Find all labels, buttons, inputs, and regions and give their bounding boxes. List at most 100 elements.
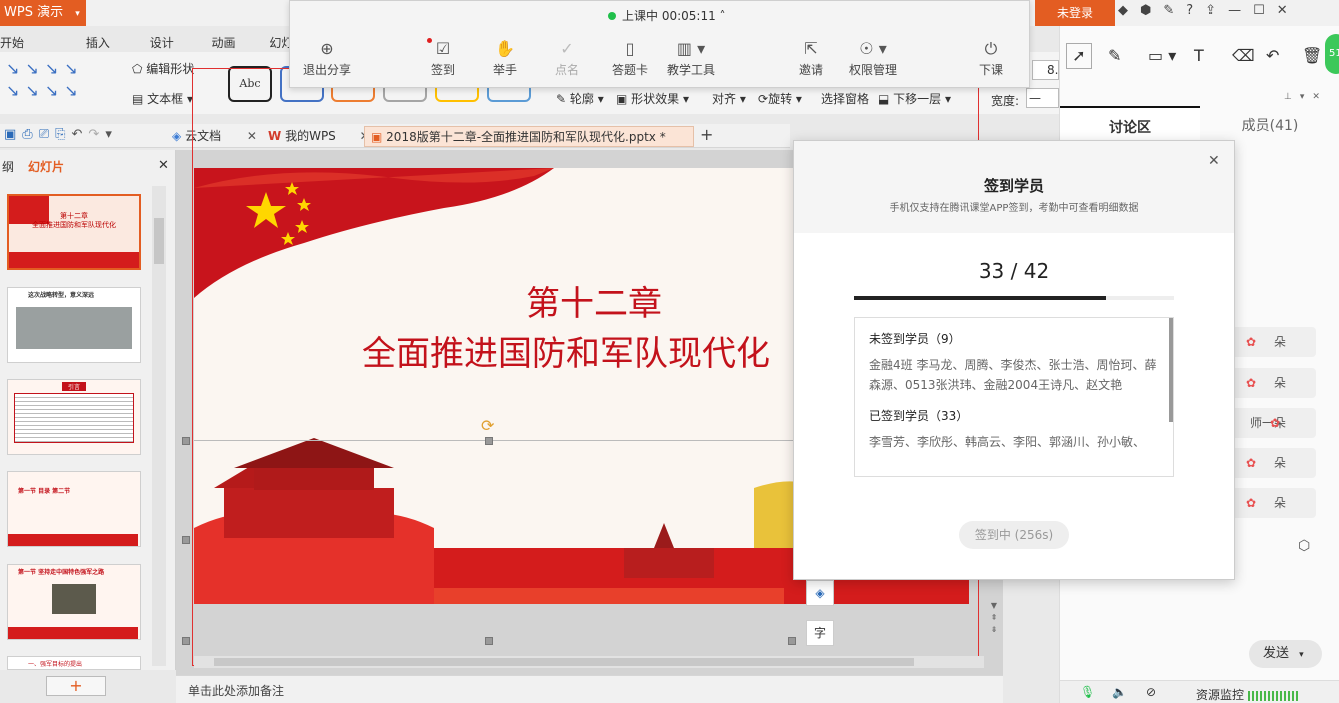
maximize-icon[interactable]: ☐ — [1253, 3, 1277, 18]
pen-icon[interactable]: ✎ — [1108, 46, 1121, 65]
text-icon[interactable]: T — [1194, 46, 1204, 65]
checkin-progress-fill — [854, 296, 1106, 300]
avatar[interactable]: 51 — [1325, 34, 1339, 74]
width-field[interactable]: — — [1026, 88, 1059, 108]
absent-names: 金融4班 李马龙、周腾、李俊杰、张士浩、周怡珂、薛森源、0513张洪玮、金融20… — [869, 358, 1157, 392]
vertical-scrollbar[interactable]: ▼ ⇞ ⇟ — [987, 600, 1001, 654]
close-icon[interactable]: ✕ — [158, 158, 169, 173]
microphone-icon[interactable]: 🎙 — [1080, 685, 1095, 699]
thumbnail-title: 一、强军目标的提出 — [28, 661, 83, 668]
invite-button[interactable]: ⇱ 邀请 — [776, 37, 846, 78]
resize-handle[interactable] — [485, 637, 493, 645]
rectangle-icon[interactable]: ▭ ▾ — [1148, 46, 1176, 65]
chevron-up-icon[interactable]: ˄ — [720, 9, 726, 23]
settings-icon[interactable]: ⬢ — [1140, 3, 1163, 18]
login-button[interactable]: 未登录 — [1035, 0, 1115, 26]
checkin-status-button[interactable]: 签到中 (256s) — [959, 521, 1069, 549]
add-slide-button[interactable]: + — [46, 676, 106, 696]
flower-icon: ✿ — [1245, 456, 1256, 470]
minimize-icon[interactable]: — — [1228, 3, 1253, 18]
tab-slides[interactable]: 幻灯片 — [28, 158, 64, 175]
close-icon[interactable]: ✕ — [1312, 92, 1328, 102]
slide-thumbnail-2[interactable]: 这次战略转型，意义深远 — [7, 287, 141, 363]
resize-handle[interactable] — [182, 536, 190, 544]
textbox-icon: ▤ — [132, 92, 144, 106]
tools-icon: ▥ ▾ — [676, 39, 706, 58]
slide-thumbnail-1[interactable]: 第十二章 全面推进国防和军队现代化 — [7, 194, 141, 270]
close-icon[interactable]: ✕ — [1277, 3, 1300, 18]
absent-heading: 未签到学员（9） — [869, 332, 961, 346]
edit-shape-icon: ⬠ — [132, 62, 143, 76]
skin-icon[interactable]: ◆ — [1118, 3, 1140, 18]
print-preview-icon[interactable]: ⎙ — [22, 127, 38, 142]
horizontal-scrollbar[interactable] — [194, 656, 984, 668]
quick-access: ▣⎙⎚⎘↶↷▾ — [4, 127, 118, 142]
close-icon[interactable]: ✕ — [1208, 153, 1220, 169]
pointer-icon[interactable]: ➚ — [1066, 43, 1092, 69]
width-value-field[interactable]: 8. — [1032, 60, 1059, 80]
menu-design[interactable]: 设计 — [150, 34, 174, 51]
textbox-button[interactable]: ▤ 文本框 ▾ — [132, 90, 193, 107]
slide-thumbnail-6[interactable]: 一、强军目标的提出 — [7, 656, 141, 670]
export-icon[interactable]: ⎘ — [55, 127, 71, 142]
send-button[interactable]: 发送 ▾ — [1249, 640, 1322, 668]
teaching-tools-button[interactable]: ▥ ▾ 教学工具 — [656, 37, 726, 78]
notes-placeholder[interactable]: 单击此处添加备注 — [188, 682, 284, 699]
trash-icon[interactable]: 🗑 — [1302, 46, 1322, 65]
undo-icon[interactable]: ↶ — [72, 127, 89, 142]
resize-handle[interactable] — [182, 437, 190, 445]
eraser-icon[interactable]: ⌫ — [1232, 46, 1255, 65]
live-dot-icon — [608, 12, 616, 20]
status-bar: 🎙 🔈 ⊘ 资源监控 — [1060, 680, 1339, 703]
edit-shape-button[interactable]: ⬠ 编辑形状 — [132, 60, 194, 77]
help-icon[interactable]: ? — [1186, 3, 1205, 18]
resource-monitor-label[interactable]: 资源监控 — [1196, 686, 1244, 703]
upload-icon[interactable]: ⇪ — [1205, 3, 1228, 18]
dropdown-icon[interactable]: ▾ — [1300, 92, 1313, 102]
menu-animation[interactable]: 动画 — [212, 34, 236, 51]
width-label: 宽度: — [991, 94, 1020, 108]
redo-icon[interactable]: ↷ — [88, 127, 105, 142]
layers-icon[interactable]: ◈ — [806, 580, 834, 606]
save-icon[interactable]: ▣ — [4, 127, 22, 142]
permissions-button[interactable]: ☉ ▾ 权限管理 — [838, 37, 908, 78]
resize-handle[interactable] — [182, 637, 190, 645]
chevron-down-icon[interactable]: ▾ — [1299, 650, 1304, 660]
checkin-progress-track — [854, 296, 1174, 300]
resize-handle[interactable] — [788, 637, 796, 645]
present-heading: 已签到学员（33） — [869, 409, 969, 423]
panel-header-icons: ⊥▾✕ — [1284, 92, 1328, 102]
answer-card-button[interactable]: ▯ 答题卡 — [595, 37, 665, 78]
checkin-button[interactable]: ☑ 签到 — [408, 37, 478, 78]
checkin-icon: ☑ — [435, 39, 451, 58]
chat-settings-icon[interactable]: ⬡ — [1298, 538, 1310, 554]
end-class-button[interactable]: ⏻ 下课 — [956, 37, 1026, 78]
roll-call-button[interactable]: ✓ 点名 — [532, 37, 602, 78]
slide-thumbnail-5[interactable]: 第一节 坚持走中国特色强军之路 — [7, 564, 141, 640]
speaker-icon[interactable]: 🔈 — [1112, 685, 1127, 699]
edit-icon[interactable]: ✎ — [1163, 3, 1186, 18]
print-icon[interactable]: ⎚ — [39, 127, 55, 142]
font-icon[interactable]: 字 — [806, 620, 834, 646]
attendee-list[interactable]: 未签到学员（9） 金融4班 李马龙、周腾、李俊杰、张士浩、周怡珂、薛森源、051… — [854, 317, 1174, 477]
mute-icon[interactable]: ⊘ — [1146, 685, 1156, 699]
raise-hand-button[interactable]: ✋ 举手 — [470, 37, 540, 78]
list-scrollbar[interactable] — [1169, 318, 1173, 422]
shape-gallery[interactable]: ↘↘↘↘ ↘↘↘↘ — [6, 58, 100, 106]
thumbnail-scrollbar[interactable] — [152, 186, 166, 666]
more-icon[interactable]: ▾ — [105, 127, 118, 142]
app-menu-button[interactable]: WPS 演示 ▾ — [0, 0, 86, 26]
undo-icon[interactable]: ↶ — [1266, 46, 1279, 65]
exit-share-button[interactable]: ⊕ 退出分享 — [292, 37, 362, 78]
resize-handle[interactable] — [485, 437, 493, 445]
menu-start[interactable]: 开始 — [0, 34, 24, 51]
pin-icon[interactable]: ⊥ — [1284, 92, 1300, 102]
tab-outline[interactable]: 纲 — [2, 158, 14, 175]
notes-bar[interactable]: 单击此处添加备注 — [176, 675, 1003, 703]
menu-insert[interactable]: 插入 — [86, 34, 110, 51]
rotate-handle-icon[interactable]: ⟳ — [481, 416, 494, 435]
slide-thumbnail-3[interactable]: 引言 — [7, 379, 141, 455]
class-status: 上课中 00:05:11 ˄ — [608, 7, 726, 24]
present-names: 李雪芳、李欣彤、韩高云、李阳、郭涵川、孙小敏、 — [869, 435, 1146, 449]
slide-thumbnail-4[interactable]: 第一节 目录 第二节 — [7, 471, 141, 547]
